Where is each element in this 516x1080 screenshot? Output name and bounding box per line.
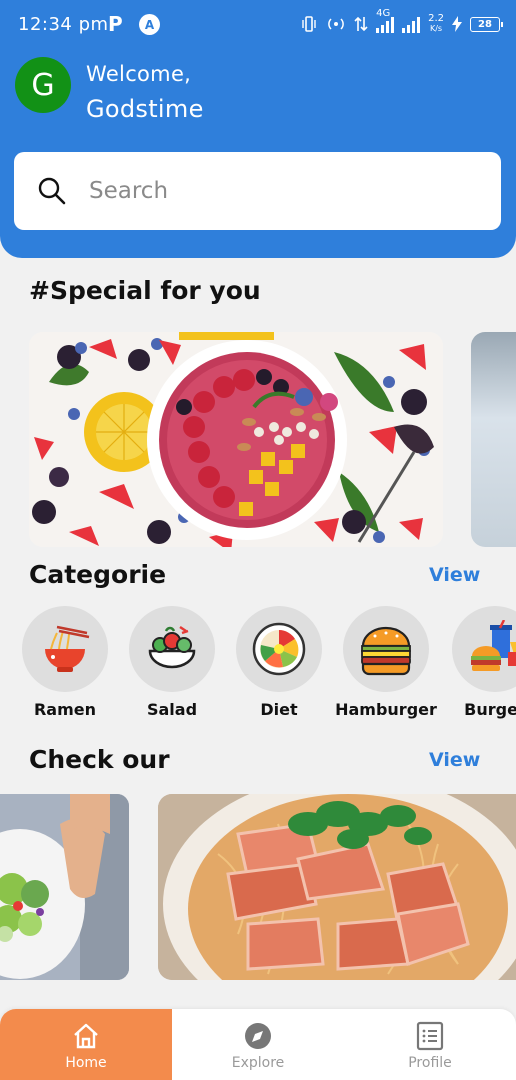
battery-level: 28 (478, 18, 492, 30)
salad-bowl-icon (148, 625, 196, 669)
category-diet[interactable]: Diet (224, 606, 334, 719)
category-label: Hamburger (335, 700, 437, 719)
categories-title: Categorie (29, 560, 167, 589)
special-title: #Special for you (29, 276, 261, 305)
nav-label: Profile (408, 1055, 452, 1071)
nav-profile[interactable]: Profile (344, 1009, 516, 1080)
nav-home[interactable]: Home (0, 1009, 172, 1080)
search-input[interactable] (89, 152, 489, 230)
battery-icon: 28 (470, 16, 503, 32)
bottom-nav: Home Explore Profile (0, 1009, 516, 1080)
special-card-acai-bowl[interactable] (29, 332, 443, 547)
categories-view-link[interactable]: View (429, 564, 480, 586)
data-transfer-icon (354, 16, 368, 32)
check-view-link[interactable]: View (429, 749, 480, 771)
welcome-text: Welcome, (86, 62, 192, 86)
search-icon (38, 177, 66, 205)
check-title: Check our (29, 745, 170, 774)
ramen-bowl-icon (45, 625, 90, 672)
signal-1-icon: 4G (376, 9, 395, 33)
status-time: 12:34 pm (18, 14, 109, 35)
acai-bowl-image (29, 332, 443, 547)
category-circle (22, 606, 108, 692)
category-hamburger[interactable]: Hamburger (331, 606, 441, 719)
charging-icon (452, 16, 462, 32)
special-card-next[interactable] (471, 332, 516, 547)
category-label: Ramen (33, 700, 97, 719)
category-label: Salad (146, 700, 198, 719)
category-circle (129, 606, 215, 692)
username: Godstime (86, 95, 204, 123)
search-bar[interactable] (14, 152, 501, 230)
category-circle (236, 606, 322, 692)
category-circle (452, 606, 516, 692)
avatar[interactable]: G (15, 57, 71, 113)
vibrate-icon (302, 16, 316, 32)
category-label: Diet (260, 700, 298, 719)
category-ramen[interactable]: Ramen (10, 606, 120, 719)
app-notification-icon: A (139, 14, 160, 35)
char-siu-noodles-image (158, 794, 516, 980)
hotspot-icon (328, 18, 344, 30)
category-salad[interactable]: Salad (117, 606, 227, 719)
network-speed: 2.2 K/s (428, 13, 444, 34)
category-label: Burger (464, 700, 516, 719)
check-card-ramen[interactable] (158, 794, 516, 980)
check-card-salad[interactable] (0, 794, 129, 980)
network-type: 4G (376, 8, 391, 19)
status-indicators: 4G 2.2 K/s 28 (300, 9, 503, 34)
list-icon (416, 1021, 444, 1051)
burger-combo-icon (471, 620, 516, 671)
home-icon (74, 1023, 98, 1049)
diet-bowl-icon (252, 622, 306, 676)
category-burger[interactable]: Burger (440, 606, 516, 719)
parking-notification-icon: P (108, 12, 123, 36)
signal-2-icon (402, 15, 421, 33)
nav-explore[interactable]: Explore (172, 1009, 344, 1080)
salad-plate-image (0, 794, 129, 980)
hamburger-icon (361, 626, 411, 676)
nav-label: Explore (231, 1055, 285, 1071)
category-circle (343, 606, 429, 692)
status-bar: 12:34 pm P A 4G 2.2 K/s 28 (0, 0, 516, 50)
compass-icon (245, 1023, 271, 1049)
nav-label: Home (65, 1055, 107, 1071)
avatar-letter: G (31, 67, 55, 103)
header: 12:34 pm P A 4G 2.2 K/s 28 G Welcome, Go… (0, 0, 516, 258)
